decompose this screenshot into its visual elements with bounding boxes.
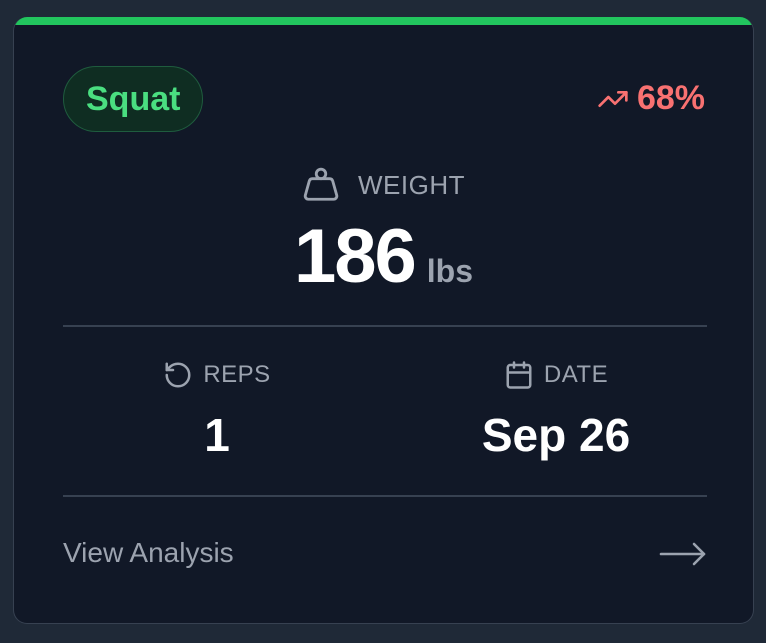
reps-value: 1 — [204, 409, 230, 461]
date-label: DATE — [543, 361, 609, 388]
exercise-name: Squat — [86, 79, 181, 118]
weight-value: 186 — [293, 214, 417, 299]
trend-indicator: 68% — [597, 79, 705, 118]
exercise-badge: Squat — [63, 66, 204, 132]
arrow-right-icon[interactable] — [659, 539, 707, 569]
date-label-row: DATE — [396, 360, 716, 390]
weight-label: WEIGHT — [358, 169, 465, 200]
rotate-ccw-icon — [165, 362, 191, 388]
reps-label-row: REPS — [57, 360, 377, 390]
accent-bar — [14, 17, 753, 25]
view-analysis-link[interactable]: View Analysis — [63, 537, 234, 569]
weight-icon — [303, 167, 339, 201]
weight-unit: lbs — [426, 253, 474, 289]
calendar-icon — [506, 361, 532, 389]
date-value: Sep 26 — [481, 409, 631, 461]
weight-label-row: WEIGHT — [14, 166, 753, 204]
weight-value-row: 186 lbs — [14, 213, 753, 300]
trending-up-icon — [598, 90, 628, 107]
date-stat: DATE Sep 26 — [396, 360, 716, 462]
reps-label: REPS — [203, 361, 271, 388]
divider — [63, 495, 707, 497]
exercise-card: Squat 68% WEIGHT 186 lbs REPS 1 DATE Sep… — [13, 17, 754, 624]
trend-value: 68% — [636, 79, 705, 117]
divider — [63, 325, 707, 327]
reps-stat: REPS 1 — [57, 360, 377, 462]
